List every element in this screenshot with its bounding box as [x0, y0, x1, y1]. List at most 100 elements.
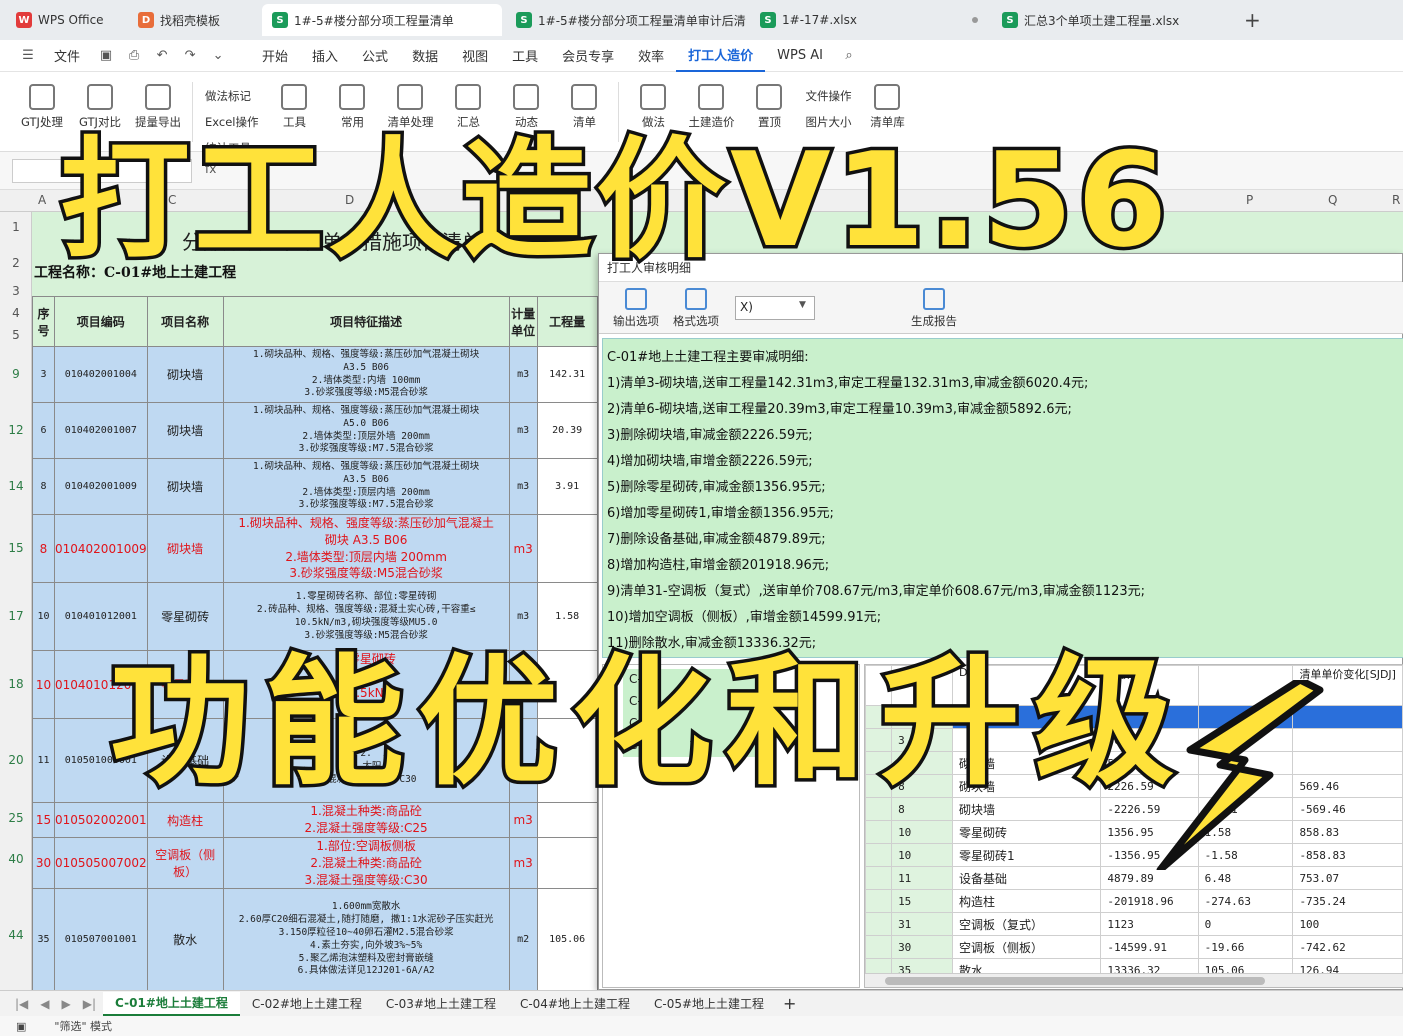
cell-seq[interactable]: 15 — [32, 802, 55, 838]
result-cell-blank[interactable] — [865, 820, 893, 844]
result-cell-n[interactable]: 10 — [891, 843, 953, 867]
cell-qty[interactable]: 105.06 — [536, 888, 598, 990]
cell-desc[interactable]: 1.砌块品种、规格、强度等级:蒸压砂加气混凝土砌块 A3.5 B06 2.墙体类… — [222, 458, 510, 515]
add-sheet-icon[interactable]: + — [778, 994, 801, 1013]
cell-qty[interactable]: 20.39 — [536, 402, 598, 459]
result-cell-n[interactable]: 30 — [891, 935, 953, 959]
undo-icon[interactable]: ↶ — [151, 45, 173, 67]
header-seq[interactable]: 序号 — [32, 296, 55, 347]
result-cell-amt[interactable]: -14599.91 — [1100, 935, 1199, 959]
tab-3[interactable]: S 1#-5#楼分部分项工程量清单审计后清 — [506, 4, 746, 36]
cell-code[interactable]: 010505007002 — [54, 836, 148, 890]
chevron-down-icon[interactable]: ▼ — [799, 300, 806, 310]
row-number[interactable]: 12 — [0, 423, 32, 437]
result-cell-amt[interactable]: 1123 — [1100, 912, 1199, 936]
sheet-tab-4[interactable]: C-05#地上土建工程 — [642, 992, 776, 1016]
header-unit[interactable]: 计量单位 — [508, 296, 538, 347]
row-number[interactable]: 14 — [0, 479, 32, 493]
result-row[interactable]: 15 构造柱 -201918.96 -274.63 -735.24 — [865, 889, 1403, 913]
result-row[interactable]: 31 空调板（复式） 1123 0 100 — [865, 912, 1403, 936]
result-cell-price[interactable]: -735.24 — [1292, 889, 1403, 913]
cell-name[interactable]: 散水 — [146, 888, 224, 990]
menu-item-3[interactable]: 数据 — [400, 40, 450, 72]
row-number[interactable]: 40 — [0, 852, 32, 866]
hamburger-icon[interactable]: ☰ — [17, 45, 39, 67]
cell-name[interactable]: 砌块墙 — [146, 458, 224, 515]
cell-unit[interactable]: m3 — [508, 346, 538, 403]
cell-code[interactable]: 010402001009 — [54, 513, 148, 584]
scrollbar-thumb[interactable] — [885, 977, 1265, 985]
result-cell-blank[interactable] — [865, 843, 893, 867]
cell-seq[interactable]: 11 — [32, 718, 55, 804]
result-cell-n[interactable]: 31 — [891, 912, 953, 936]
cell-name[interactable]: 砌块墙 — [146, 402, 224, 459]
result-cell-name[interactable]: 设备基础 — [951, 866, 1102, 890]
result-cell-name[interactable]: 零星砌砖1 — [951, 843, 1102, 867]
first-sheet-icon[interactable]: |◀ — [10, 997, 33, 1011]
result-cell-amt[interactable]: -201918.96 — [1100, 889, 1199, 913]
result-cell-name[interactable]: 空调板（侧板） — [951, 935, 1102, 959]
result-cell-price[interactable]: 100 — [1292, 912, 1403, 936]
row-number[interactable]: 18 — [0, 677, 32, 691]
prev-sheet-icon[interactable]: ◀ — [35, 997, 54, 1011]
cell-seq[interactable]: 8 — [32, 458, 55, 515]
print-icon[interactable]: ⎙ — [123, 45, 145, 67]
cell-unit[interactable]: m2 — [508, 888, 538, 990]
cell-qty[interactable]: 3.91 — [536, 458, 598, 515]
tab-5[interactable]: S 汇总3个单项土建工程量.xlsx — [992, 4, 1232, 36]
row-number[interactable]: 1 — [0, 220, 32, 234]
last-sheet-icon[interactable]: ▶| — [78, 997, 101, 1011]
cell-qty[interactable] — [536, 513, 598, 584]
menu-item-0[interactable]: 开始 — [250, 40, 300, 72]
cell-seq[interactable]: 6 — [32, 402, 55, 459]
generate-report-button[interactable]: 生成报告 — [911, 288, 957, 329]
cell-name[interactable]: 砌块墙 — [146, 346, 224, 403]
col-q[interactable]: Q — [1328, 193, 1337, 207]
menu-item-9[interactable]: WPS AI — [765, 40, 835, 72]
cell-name[interactable]: 空调板（侧板） — [146, 836, 224, 890]
cell-seq[interactable]: 10 — [32, 650, 55, 720]
sheet-tab-3[interactable]: C-04#地上土建工程 — [508, 992, 642, 1016]
macro-icon[interactable]: ▣ — [16, 1020, 26, 1033]
row-number[interactable]: 9 — [0, 367, 32, 381]
header-qty[interactable]: 工程量 — [536, 296, 598, 347]
result-cell-name[interactable]: 构造柱 — [951, 889, 1102, 913]
result-cell-blank[interactable] — [865, 935, 893, 959]
menu-file[interactable]: 文件 — [42, 40, 92, 72]
cell-desc[interactable]: 1.砌块品种、规格、强度等级:蒸压砂加气混凝土砌块 A3.5 B06 2.墙体类… — [222, 346, 510, 403]
chevron-down-icon[interactable]: ⌄ — [207, 45, 229, 67]
cell-code[interactable]: 010507001001 — [54, 888, 148, 990]
cell-unit[interactable]: m3 — [508, 513, 538, 584]
tab-2[interactable]: S 1#-5#楼分部分项工程量清单 — [262, 4, 502, 36]
horizontal-scrollbar[interactable] — [865, 973, 1403, 987]
cell-code[interactable]: 010402001007 — [54, 402, 148, 459]
cell-seq[interactable]: 10 — [32, 582, 55, 652]
sheet-tab-2[interactable]: C-03#地上土建工程 — [374, 992, 508, 1016]
cell-qty[interactable] — [536, 836, 598, 890]
result-cell-name[interactable]: 零星砌砖 — [951, 820, 1102, 844]
cell-unit[interactable]: m3 — [508, 402, 538, 459]
new-tab-icon[interactable]: + — [1236, 8, 1269, 32]
cell-seq[interactable]: 8 — [32, 513, 55, 584]
result-cell-n[interactable]: 11 — [891, 866, 953, 890]
sheet-tab-0[interactable]: C-01#地上土建工程 — [103, 991, 240, 1016]
tab-0[interactable]: W WPS Office — [6, 4, 124, 36]
menu-item-4[interactable]: 视图 — [450, 40, 500, 72]
header-desc[interactable]: 项目特征描述 — [222, 296, 510, 347]
result-cell-qty[interactable]: -274.63 — [1197, 889, 1294, 913]
cell-unit[interactable]: m3 — [508, 836, 538, 890]
result-row[interactable]: 30 空调板（侧板） -14599.91 -19.66 -742.62 — [865, 935, 1403, 959]
result-cell-price[interactable]: -742.62 — [1292, 935, 1403, 959]
table-row[interactable]: 6 010402001007 砌块墙 1.砌块品种、规格、强度等级:蒸压砂加气混凝土砌… — [32, 402, 614, 459]
export-options-button[interactable]: 输出选项 — [613, 288, 659, 329]
cell-qty[interactable]: 142.31 — [536, 346, 598, 403]
row-number[interactable]: 25 — [0, 811, 32, 825]
cell-name[interactable]: 砌块墙 — [146, 513, 224, 584]
tab-1[interactable]: D 找稻壳模板 — [128, 4, 258, 36]
save-icon[interactable]: ▣ — [95, 45, 117, 67]
cell-desc[interactable]: 1.600mm宽散水 2.60厚C20细石混凝土,随打随磨, 撒1:1水泥砂子压… — [222, 888, 510, 990]
menu-item-7[interactable]: 效率 — [626, 40, 676, 72]
row-number[interactable]: 2 — [0, 256, 32, 270]
menu-item-5[interactable]: 工具 — [500, 40, 550, 72]
cell-seq[interactable]: 35 — [32, 888, 55, 990]
